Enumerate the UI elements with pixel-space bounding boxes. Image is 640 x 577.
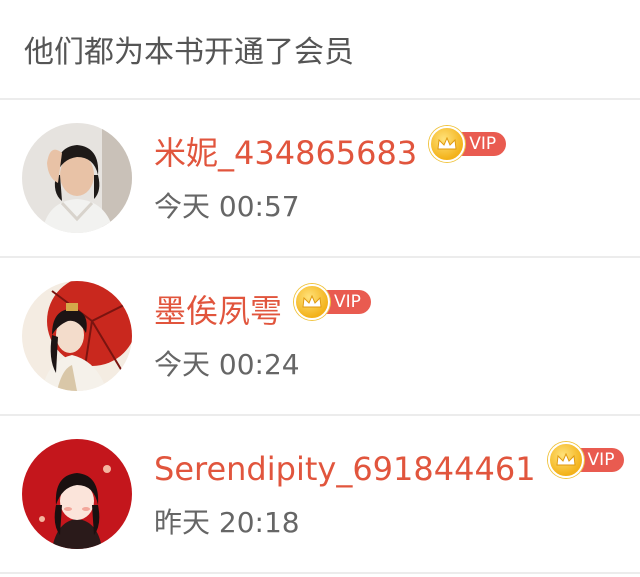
crown-icon [429, 126, 466, 162]
avatar-image [22, 123, 132, 233]
join-time: 今天 00:57 [154, 190, 300, 223]
member-name[interactable]: 米妮_434865683 [154, 131, 417, 175]
vip-badge: VIP [294, 284, 371, 320]
member-row[interactable]: Serendipity_691844461 VIP 昨天 20:18 [0, 416, 640, 574]
vip-badge: VIP [547, 442, 625, 478]
crown-icon [294, 284, 331, 320]
member-row[interactable]: 米妮_434865683 VIP 今天 00:57 [0, 100, 640, 258]
section-title: 他们都为本书开通了会员 [24, 35, 354, 70]
avatar[interactable] [22, 281, 132, 391]
crown-icon [547, 442, 584, 478]
member-row[interactable]: 墨俟夙雩 VIP 今天 00:24 [0, 258, 640, 416]
section-header: 他们都为本书开通了会员 [0, 0, 640, 100]
avatar[interactable] [22, 123, 132, 233]
vip-badge: VIP [429, 126, 507, 162]
avatar-image [22, 439, 132, 549]
avatar-image [22, 281, 132, 391]
avatar[interactable] [22, 439, 132, 549]
join-time: 今天 00:24 [154, 348, 300, 381]
member-name[interactable]: Serendipity_691844461 [154, 447, 536, 491]
join-time: 昨天 20:18 [154, 506, 300, 539]
member-name[interactable]: 墨俟夙雩 [154, 289, 282, 333]
